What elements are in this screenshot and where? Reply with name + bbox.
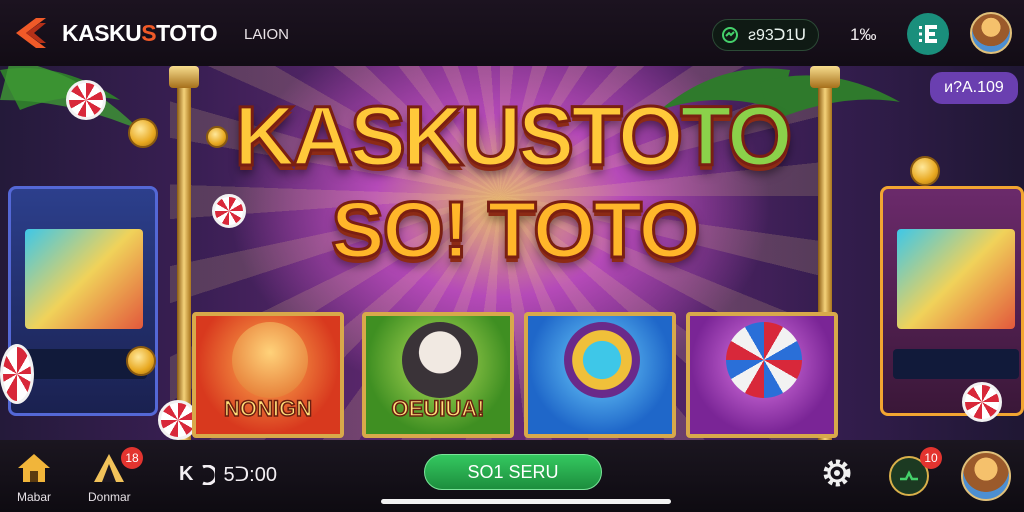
refresh-icon xyxy=(722,27,738,43)
notification-badge: 18 xyxy=(121,447,143,469)
balance-value: ƨ93ᑐ1ᑌ xyxy=(748,27,807,44)
nav-home[interactable]: Mabar xyxy=(16,452,52,504)
golden-pillar-left xyxy=(177,66,191,440)
coin-icon xyxy=(126,346,156,376)
game-card-2[interactable]: OEUIUA! xyxy=(362,312,514,438)
menu-button[interactable] xyxy=(907,13,949,55)
player-avatar[interactable] xyxy=(961,451,1011,501)
ornament-ball-icon xyxy=(726,322,802,398)
game-card-1[interactable]: NONIGN xyxy=(192,312,344,438)
balance-pill[interactable]: ƨ93ᑐ1ᑌ xyxy=(712,19,819,51)
login-link[interactable]: LAION xyxy=(244,26,289,43)
timer-value: 5ᑐ:00 xyxy=(223,464,277,486)
poker-chip-icon xyxy=(0,344,34,404)
percent-indicator: 1‰ xyxy=(850,25,877,44)
nav-donor-label: Donmar xyxy=(88,490,131,504)
logo-icon[interactable] xyxy=(12,14,50,52)
nav-home-label: Mabar xyxy=(16,490,51,504)
pillar-cap-left xyxy=(169,66,199,88)
pillar-cap-right xyxy=(810,66,840,88)
timer: K 5ᑐ:00 xyxy=(179,462,277,487)
menu-icon xyxy=(919,25,937,43)
fox-mascot-icon xyxy=(232,322,308,398)
bear-mascot-icon xyxy=(402,322,478,398)
notification-badge: 10 xyxy=(920,447,942,469)
coin-icon xyxy=(128,118,158,148)
top-bar: KASKUSTOTO LAION ƨ93ᑐ1ᑌ 1‰ xyxy=(0,0,1024,66)
coin-icon xyxy=(910,156,940,186)
game-card-label: NONIGN xyxy=(223,395,313,422)
portal-ring-icon xyxy=(564,322,640,398)
profile-avatar[interactable] xyxy=(970,12,1012,54)
hero-banner[interactable]: KASKUSTOTO SO! TOTO ᴎ?A.109 NONIGN OEUIU… xyxy=(0,66,1024,440)
hero-subtitle: SO! TOTO xyxy=(330,184,703,276)
settings-gear-icon[interactable] xyxy=(820,456,854,490)
brand-name[interactable]: KASKUSTOTO xyxy=(62,20,218,47)
hero-title: KASKUSTOTO xyxy=(233,88,794,185)
promo-badge[interactable]: ᴎ?A.109 xyxy=(930,72,1018,104)
poker-chip-icon xyxy=(66,80,106,120)
home-icon xyxy=(18,454,50,482)
chart-icon xyxy=(900,470,918,481)
clock-arc-icon xyxy=(202,464,216,485)
arcade-machine-right xyxy=(880,186,1024,416)
primary-cta-button[interactable]: SO1 SERU xyxy=(424,454,602,490)
poker-chip-icon xyxy=(962,382,1002,422)
game-card-4[interactable] xyxy=(686,312,838,438)
home-indicator xyxy=(381,499,671,504)
poker-chip-icon xyxy=(212,194,246,228)
game-card-label: OEUIUA! xyxy=(391,395,485,422)
timer-prefix: K xyxy=(179,463,194,485)
game-card-3[interactable] xyxy=(524,312,676,438)
